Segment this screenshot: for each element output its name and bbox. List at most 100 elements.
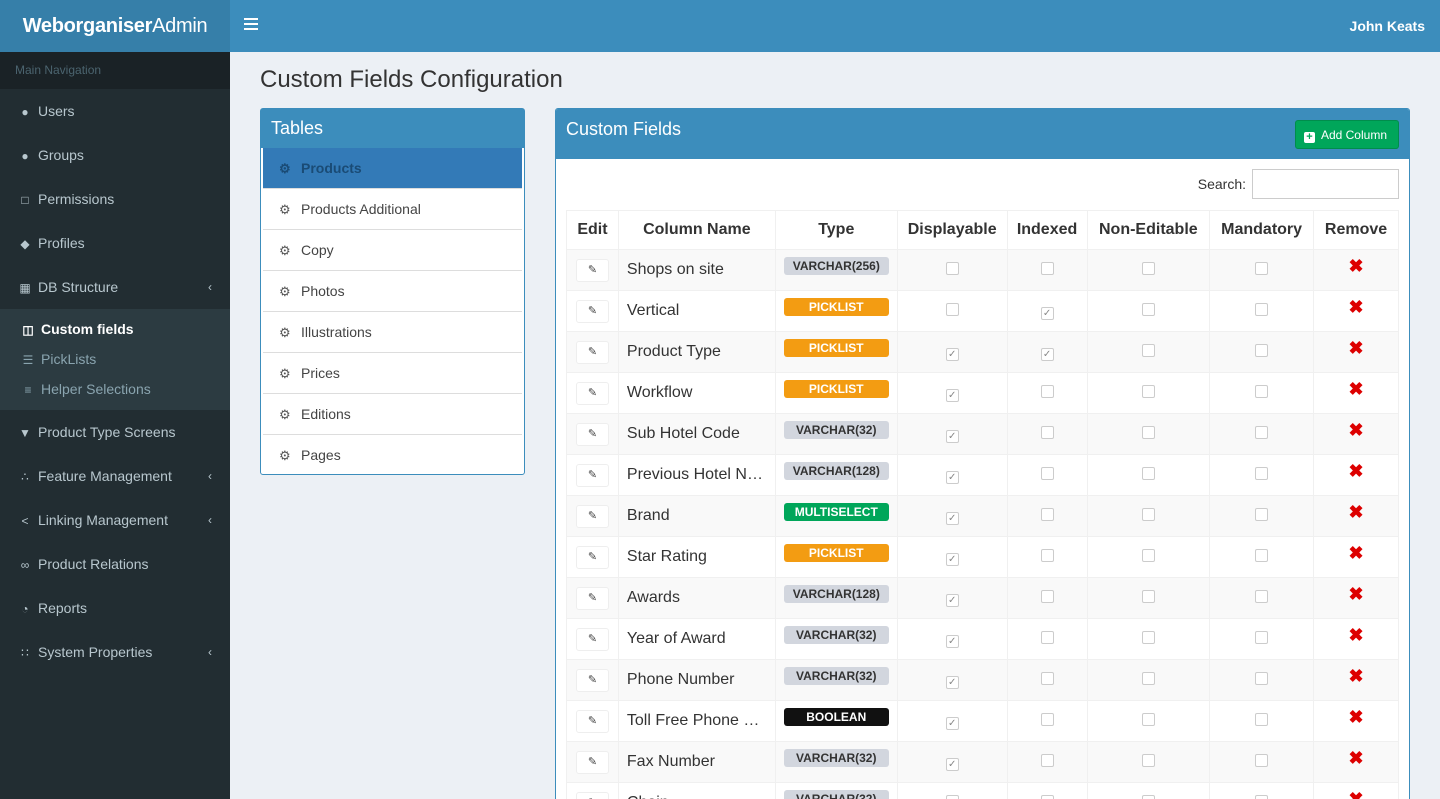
- search-input[interactable]: [1252, 169, 1399, 199]
- table-list-item[interactable]: ⚙ Illustrations: [263, 312, 522, 353]
- displayable-checkbox[interactable]: ✓: [945, 716, 959, 730]
- displayable-checkbox[interactable]: ✓: [945, 552, 959, 566]
- table-list-item[interactable]: ⚙ Products Additional: [263, 189, 522, 230]
- displayable-checkbox[interactable]: ✓: [945, 470, 959, 484]
- non-editable-checkbox[interactable]: [1141, 467, 1155, 480]
- displayable-checkbox[interactable]: [945, 795, 959, 799]
- displayable-checkbox[interactable]: ✓: [945, 634, 959, 648]
- edit-icon[interactable]: ✎: [575, 545, 609, 569]
- mandatory-checkbox[interactable]: [1255, 754, 1269, 767]
- mandatory-checkbox[interactable]: [1255, 549, 1269, 562]
- mandatory-checkbox[interactable]: [1255, 303, 1269, 316]
- indexed-checkbox[interactable]: ✓: [1040, 306, 1054, 320]
- remove-icon[interactable]: ✖: [1348, 543, 1363, 563]
- edit-icon[interactable]: ✎: [575, 463, 609, 487]
- non-editable-checkbox[interactable]: [1141, 262, 1155, 275]
- indexed-checkbox[interactable]: ✓: [1040, 347, 1054, 361]
- remove-icon[interactable]: ✖: [1348, 338, 1363, 358]
- sidebar-item-reports[interactable]: ◔ Reports: [0, 586, 230, 630]
- table-list-item[interactable]: ⚙ Editions: [263, 394, 522, 435]
- non-editable-checkbox[interactable]: [1141, 631, 1155, 644]
- mandatory-checkbox[interactable]: [1255, 467, 1269, 480]
- non-editable-checkbox[interactable]: [1141, 713, 1155, 726]
- remove-icon[interactable]: ✖: [1348, 666, 1363, 686]
- mandatory-checkbox[interactable]: [1255, 344, 1269, 357]
- table-list-item[interactable]: ⚙ Prices: [263, 353, 522, 394]
- sidebar-item-groups[interactable]: ● Groups: [0, 133, 230, 177]
- indexed-checkbox[interactable]: [1040, 713, 1054, 726]
- edit-icon[interactable]: ✎: [575, 627, 609, 651]
- table-list-item[interactable]: ⚙ Photos: [263, 271, 522, 312]
- indexed-checkbox[interactable]: [1040, 262, 1054, 275]
- submenu-item-helper-selections[interactable]: ≡ Helper Selections: [0, 374, 230, 404]
- displayable-checkbox[interactable]: ✓: [945, 593, 959, 607]
- displayable-checkbox[interactable]: ✓: [945, 675, 959, 689]
- displayable-checkbox[interactable]: [945, 303, 959, 316]
- edit-icon[interactable]: ✎: [575, 668, 609, 692]
- edit-icon[interactable]: ✎: [575, 791, 609, 799]
- edit-icon[interactable]: ✎: [575, 750, 609, 774]
- mandatory-checkbox[interactable]: [1255, 713, 1269, 726]
- sidebar-item-product-type-screens[interactable]: ▼ Product Type Screens: [0, 410, 230, 454]
- mandatory-checkbox[interactable]: [1255, 672, 1269, 685]
- displayable-checkbox[interactable]: ✓: [945, 757, 959, 771]
- non-editable-checkbox[interactable]: [1141, 344, 1155, 357]
- remove-icon[interactable]: ✖: [1348, 256, 1363, 276]
- remove-icon[interactable]: ✖: [1348, 707, 1363, 727]
- remove-icon[interactable]: ✖: [1348, 789, 1363, 799]
- sidebar-item-product-relations[interactable]: ∞ Product Relations: [0, 542, 230, 586]
- table-list-item[interactable]: ⚙ Pages: [263, 435, 522, 476]
- non-editable-checkbox[interactable]: [1141, 303, 1155, 316]
- non-editable-checkbox[interactable]: [1141, 672, 1155, 685]
- edit-icon[interactable]: ✎: [575, 381, 609, 405]
- remove-icon[interactable]: ✖: [1348, 502, 1363, 522]
- non-editable-checkbox[interactable]: [1141, 549, 1155, 562]
- sidebar-item-permissions[interactable]: □ Permissions: [0, 177, 230, 221]
- edit-icon[interactable]: ✎: [575, 709, 609, 733]
- edit-icon[interactable]: ✎: [575, 422, 609, 446]
- displayable-checkbox[interactable]: ✓: [945, 388, 959, 402]
- indexed-checkbox[interactable]: [1040, 508, 1054, 521]
- mandatory-checkbox[interactable]: [1255, 426, 1269, 439]
- add-column-button[interactable]: + Add Column: [1294, 120, 1399, 149]
- sidebar-item-feature-management[interactable]: ∴ Feature Management ‹: [0, 454, 230, 498]
- table-list-item[interactable]: ⚙ Products: [263, 148, 522, 189]
- non-editable-checkbox[interactable]: [1141, 426, 1155, 439]
- non-editable-checkbox[interactable]: [1141, 795, 1155, 799]
- edit-icon[interactable]: ✎: [575, 340, 609, 364]
- sidebar-item-db-structure[interactable]: ▦ DB Structure ‹: [0, 265, 230, 309]
- user-menu[interactable]: John Keats: [1350, 0, 1425, 52]
- indexed-checkbox[interactable]: [1040, 385, 1054, 398]
- mandatory-checkbox[interactable]: [1255, 631, 1269, 644]
- mandatory-checkbox[interactable]: [1255, 795, 1269, 799]
- displayable-checkbox[interactable]: ✓: [945, 511, 959, 525]
- submenu-item-picklists[interactable]: ☰ PickLists: [0, 344, 230, 374]
- column-header-remove[interactable]: Remove: [1313, 210, 1399, 250]
- sidebar-item-linking-management[interactable]: < Linking Management ‹: [0, 498, 230, 542]
- remove-icon[interactable]: ✖: [1348, 297, 1363, 317]
- displayable-checkbox[interactable]: ✓: [945, 347, 959, 361]
- edit-icon[interactable]: ✎: [575, 586, 609, 610]
- remove-icon[interactable]: ✖: [1348, 748, 1363, 768]
- displayable-checkbox[interactable]: [945, 262, 959, 275]
- indexed-checkbox[interactable]: [1040, 426, 1054, 439]
- column-header-column-name[interactable]: Column Name: [617, 210, 776, 250]
- column-header-indexed[interactable]: Indexed: [1006, 210, 1088, 250]
- remove-icon[interactable]: ✖: [1348, 461, 1363, 481]
- sidebar-item-users[interactable]: ● Users: [0, 89, 230, 133]
- edit-icon[interactable]: ✎: [575, 299, 609, 323]
- indexed-checkbox[interactable]: [1040, 754, 1054, 767]
- non-editable-checkbox[interactable]: [1141, 385, 1155, 398]
- remove-icon[interactable]: ✖: [1348, 584, 1363, 604]
- non-editable-checkbox[interactable]: [1141, 590, 1155, 603]
- mandatory-checkbox[interactable]: [1255, 590, 1269, 603]
- column-header-edit[interactable]: Edit: [566, 210, 619, 250]
- displayable-checkbox[interactable]: ✓: [945, 429, 959, 443]
- table-list-item[interactable]: ⚙ Copy: [263, 230, 522, 271]
- non-editable-checkbox[interactable]: [1141, 508, 1155, 521]
- column-header-mandatory[interactable]: Mandatory: [1209, 210, 1315, 250]
- indexed-checkbox[interactable]: [1040, 631, 1054, 644]
- remove-icon[interactable]: ✖: [1348, 420, 1363, 440]
- indexed-checkbox[interactable]: [1040, 549, 1054, 562]
- edit-icon[interactable]: ✎: [575, 504, 609, 528]
